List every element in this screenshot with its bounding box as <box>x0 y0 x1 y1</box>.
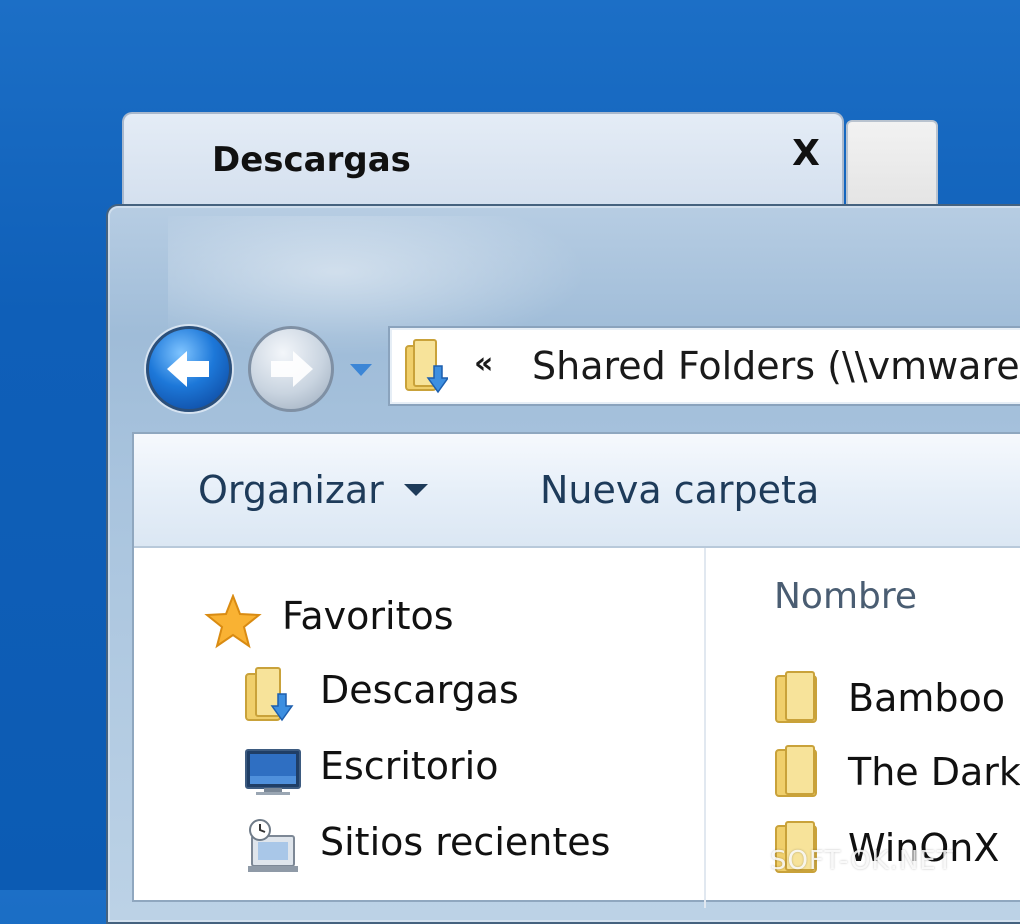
desktop-icon <box>245 749 301 795</box>
address-overflow-chevron[interactable]: « <box>474 346 493 381</box>
nav-item-downloads[interactable]: Descargas <box>244 666 644 726</box>
downloads-folder-icon <box>245 667 294 722</box>
watermark: SOFT-OK.NET <box>770 846 954 876</box>
back-button[interactable] <box>146 326 232 412</box>
column-header-name[interactable]: Nombre <box>774 576 917 617</box>
nav-item-label: Sitios recientes <box>320 820 611 864</box>
tab-title: Descargas <box>212 140 411 180</box>
nav-item-favorites[interactable]: Favoritos <box>204 592 604 652</box>
chevron-down-icon <box>350 364 372 376</box>
folder-icon <box>775 671 817 723</box>
recent-pages-dropdown[interactable] <box>344 356 378 382</box>
file-name: The Dark <box>848 750 1020 794</box>
file-row[interactable]: The Dark <box>774 744 1020 804</box>
new-folder-button[interactable]: Nueva carpeta <box>540 468 819 512</box>
back-arrow-icon <box>167 351 209 387</box>
nav-item-label: Descargas <box>320 668 519 712</box>
file-name: Bamboo <box>848 676 1005 720</box>
forward-arrow-icon <box>271 351 313 387</box>
nav-item-recent-places[interactable]: Sitios recientes <box>244 818 684 878</box>
command-bar: Organizar Nueva carpeta <box>134 434 1020 548</box>
file-row[interactable]: Bamboo <box>774 670 1020 730</box>
address-bar[interactable]: « Shared Folders (\\vmware <box>388 326 1020 406</box>
close-tab-button[interactable]: X <box>784 132 828 176</box>
organize-button[interactable]: Organizar <box>198 468 384 512</box>
nav-item-label: Favoritos <box>282 594 454 638</box>
navigation-pane: Favoritos Descargas Escritorio Sitios re… <box>134 548 706 908</box>
nav-item-desktop[interactable]: Escritorio <box>244 742 644 802</box>
folder-icon <box>775 745 817 797</box>
explorer-content: Organizar Nueva carpeta Favoritos Descar… <box>132 432 1020 908</box>
explorer-tab[interactable]: Descargas X <box>122 112 844 212</box>
new-tab[interactable] <box>846 120 938 212</box>
recent-places-icon <box>248 819 298 872</box>
nav-item-label: Escritorio <box>320 744 499 788</box>
forward-button[interactable] <box>248 326 334 412</box>
downloads-folder-icon <box>405 339 448 394</box>
address-path[interactable]: Shared Folders (\\vmware <box>532 344 1020 388</box>
star-icon <box>204 594 262 649</box>
organize-dropdown-icon[interactable] <box>404 484 428 496</box>
